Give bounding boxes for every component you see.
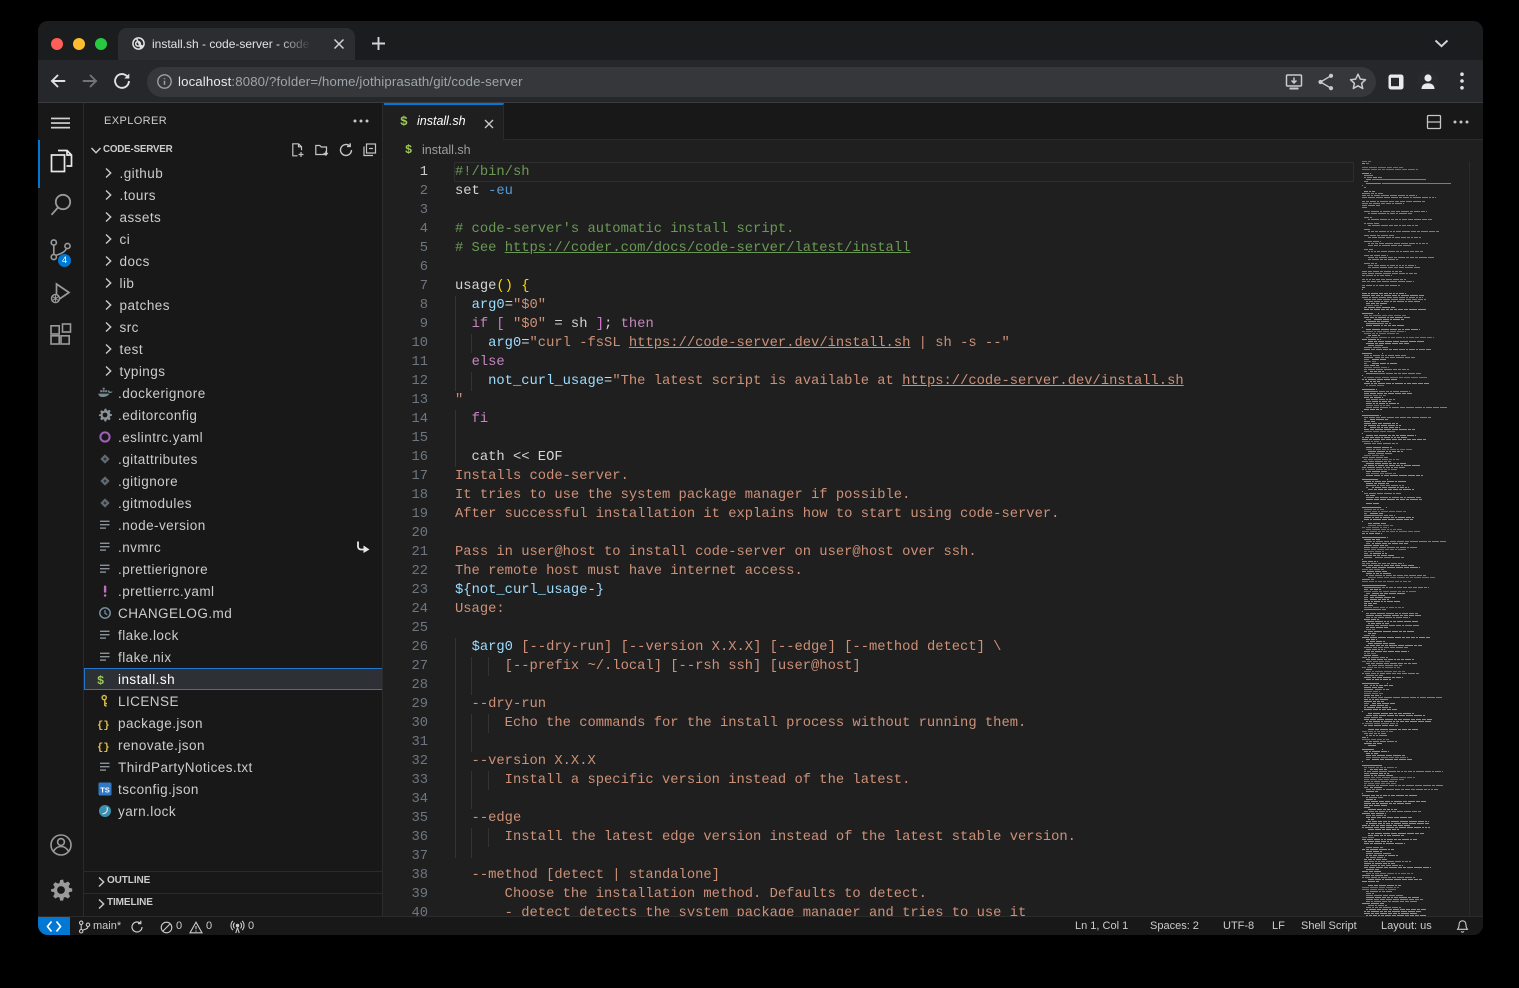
svg-text:TS: TS — [100, 785, 110, 794]
